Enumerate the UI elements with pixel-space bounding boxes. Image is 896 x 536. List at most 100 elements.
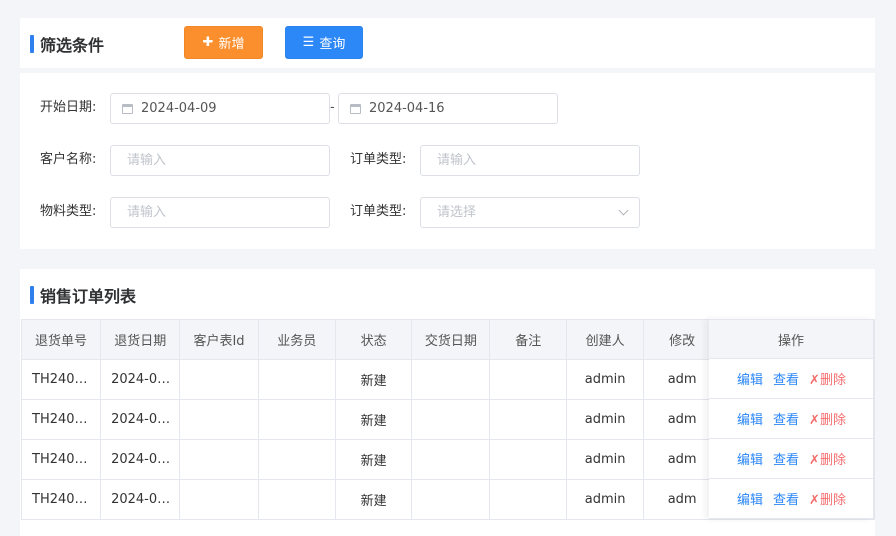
- customer-label: 客户名称:: [40, 152, 97, 167]
- order-type-select[interactable]: [420, 197, 640, 228]
- query-button-label: 查询: [319, 37, 346, 52]
- table-cell: [179, 359, 259, 400]
- table-cell: [411, 479, 491, 520]
- view-link[interactable]: 查看: [773, 409, 799, 428]
- customer-input[interactable]: [111, 153, 329, 168]
- column-header: 业务员: [257, 319, 336, 360]
- customer-field[interactable]: [110, 145, 330, 176]
- start-date-label: 开始日期:: [40, 100, 97, 115]
- title-accent-bar: [30, 35, 34, 53]
- delete-label: 删除: [819, 453, 846, 468]
- order-type-input[interactable]: [421, 153, 639, 168]
- table-cell: 2024-0…: [100, 439, 181, 480]
- table-cell: 2024-0…: [100, 399, 181, 440]
- list-title: 销售订单列表: [30, 283, 136, 307]
- delete-label: 删除: [819, 493, 846, 508]
- order-list-panel: 销售订单列表 退货单号 退货日期 客户表Id 业务员 状态 交货日期 备注 创建人 修改 TH2…: [20, 269, 876, 536]
- table-cell: [257, 359, 336, 400]
- table-cell: [257, 399, 336, 440]
- table-cell: [179, 399, 259, 440]
- column-header: 客户表Id: [179, 319, 259, 360]
- table-cell: [489, 359, 567, 400]
- edit-link[interactable]: 编辑: [737, 369, 763, 388]
- table-cell: [179, 479, 259, 520]
- operations-column: 操作 编辑 查看 ✗删除 编辑 查看 ✗删除 编辑 查看 ✗删除 编辑 查看 ✗删除: [709, 319, 874, 519]
- calendar-icon: [122, 103, 133, 114]
- edit-link[interactable]: 编辑: [737, 409, 763, 428]
- delete-link[interactable]: ✗删除: [809, 489, 846, 508]
- delete-label: 删除: [819, 373, 846, 388]
- filter-form-panel: 开始日期: 2024-04-09 - 2024-04-16 客户名称: 订单类型…: [20, 73, 875, 249]
- start-date-from-value: 2024-04-09: [141, 101, 217, 116]
- column-header: 创建人: [565, 319, 645, 360]
- order-type-field[interactable]: [420, 145, 640, 176]
- close-icon: ✗: [809, 453, 820, 468]
- table-cell: TH240…: [20, 439, 102, 480]
- table-cell: 新建: [334, 479, 413, 520]
- add-button-label: 新增: [218, 37, 245, 52]
- table-cell: TH240…: [20, 359, 102, 400]
- view-link[interactable]: 查看: [773, 449, 799, 468]
- close-icon: ✗: [809, 413, 820, 428]
- table-cell: admin: [565, 439, 645, 480]
- column-header: 状态: [334, 319, 413, 360]
- delete-link[interactable]: ✗删除: [809, 369, 846, 388]
- delete-label: 删除: [819, 413, 846, 428]
- table-cell: [489, 479, 567, 520]
- filter-title: 筛选条件: [30, 32, 104, 56]
- list-title-text: 销售订单列表: [40, 287, 137, 306]
- list-icon: ☰: [302, 35, 315, 50]
- start-date-to-field[interactable]: 2024-04-16: [338, 93, 558, 124]
- table-cell: admin: [565, 359, 645, 400]
- table-cell: TH240…: [20, 479, 102, 520]
- query-button[interactable]: ☰ 查询: [285, 26, 363, 59]
- order-type-select-input[interactable]: [421, 205, 639, 220]
- op-row: 编辑 查看 ✗删除: [709, 439, 874, 479]
- filter-header-panel: 筛选条件 ✚ 新增 ☰ 查询: [20, 18, 875, 68]
- column-header: 交货日期: [411, 319, 491, 360]
- op-column-header: 操作: [709, 319, 874, 359]
- table-cell: 新建: [334, 439, 413, 480]
- table-cell: [257, 439, 336, 480]
- table-cell: 新建: [334, 399, 413, 440]
- close-icon: ✗: [809, 493, 820, 508]
- start-date-to-value: 2024-04-16: [369, 101, 445, 116]
- delete-link[interactable]: ✗删除: [809, 409, 846, 428]
- table-cell: 新建: [334, 359, 413, 400]
- op-row: 编辑 查看 ✗删除: [709, 399, 874, 439]
- title-accent-bar: [30, 286, 34, 304]
- column-header: 退货单号: [20, 319, 102, 360]
- plus-icon: ✚: [202, 35, 214, 50]
- op-row: 编辑 查看 ✗删除: [709, 479, 874, 519]
- material-type-field[interactable]: [110, 197, 330, 228]
- add-button[interactable]: ✚ 新增: [184, 26, 263, 59]
- order-type-label: 订单类型:: [350, 152, 407, 167]
- material-type-input[interactable]: [111, 205, 329, 220]
- op-row: 编辑 查看 ✗删除: [709, 359, 874, 399]
- calendar-icon: [350, 103, 361, 114]
- view-link[interactable]: 查看: [773, 489, 799, 508]
- order-type-select-label: 订单类型:: [350, 204, 407, 219]
- table-cell: 2024-0…: [100, 359, 181, 400]
- filter-title-text: 筛选条件: [40, 36, 105, 55]
- table-cell: admin: [565, 399, 645, 440]
- start-date-from-field[interactable]: 2024-04-09: [110, 93, 330, 124]
- table-cell: TH240…: [20, 399, 102, 440]
- material-type-label: 物料类型:: [40, 204, 97, 219]
- edit-link[interactable]: 编辑: [737, 449, 763, 468]
- delete-link[interactable]: ✗删除: [809, 449, 846, 468]
- table-cell: [411, 359, 491, 400]
- column-header: 备注: [489, 319, 567, 360]
- table-cell: [179, 439, 259, 480]
- view-link[interactable]: 查看: [773, 369, 799, 388]
- table-cell: [411, 439, 491, 480]
- table-cell: admin: [565, 479, 645, 520]
- table-cell: [257, 479, 336, 520]
- table-cell: 2024-0…: [100, 479, 181, 520]
- edit-link[interactable]: 编辑: [737, 489, 763, 508]
- table-cell: [411, 399, 491, 440]
- table-cell: [489, 399, 567, 440]
- close-icon: ✗: [809, 373, 820, 388]
- date-separator: -: [330, 100, 335, 115]
- column-header: 退货日期: [100, 319, 181, 360]
